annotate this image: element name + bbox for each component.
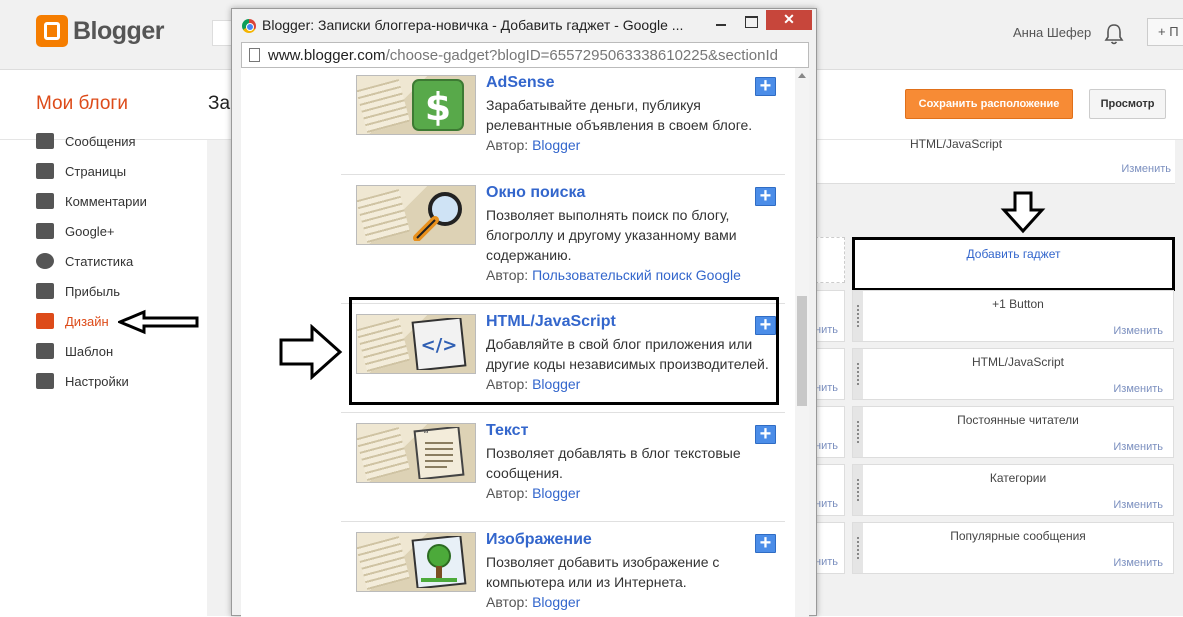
comments-icon <box>36 193 54 209</box>
pages-icon <box>36 163 54 179</box>
author-link[interactable]: Blogger <box>532 137 580 153</box>
gadget-name[interactable]: Изображение <box>486 531 592 549</box>
layout-icon <box>36 313 54 329</box>
author-link[interactable]: Blogger <box>532 485 580 501</box>
edit-link[interactable]: нить <box>815 406 845 458</box>
new-post-button[interactable]: + П <box>1147 18 1183 46</box>
gadget-name[interactable]: AdSense <box>486 74 554 92</box>
preview-button[interactable]: Просмотр <box>1089 89 1166 119</box>
scrollbar[interactable] <box>795 68 809 617</box>
edit-link[interactable]: нить <box>815 522 845 574</box>
gadget-thumbnail: “ <box>356 423 476 483</box>
url-path: /choose-gadget?blogID=655729506333861022… <box>385 47 778 64</box>
gadget-author: Автор: Пользовательский поиск Google <box>486 267 741 283</box>
stats-icon <box>36 253 54 269</box>
scrollbar-thumb[interactable] <box>797 296 807 406</box>
add-gadget-link[interactable]: Добавить гаджет <box>855 247 1172 261</box>
gadget-thumbnail <box>356 185 476 245</box>
gadget-item-text: “ Текст Позволяет добавлять в блог текст… <box>341 412 785 521</box>
layout-widget[interactable]: Популярные сообщения Изменить <box>852 522 1174 574</box>
page-icon <box>249 48 260 62</box>
blogger-logo-icon[interactable] <box>36 15 68 47</box>
minimize-button[interactable] <box>707 11 735 31</box>
annotation-arrow-down <box>1000 191 1046 234</box>
gadget-name[interactable]: Текст <box>486 422 528 440</box>
layout-widget[interactable]: HTML/JavaScript Изменить <box>852 348 1174 400</box>
annotation-arrow-left <box>118 309 199 335</box>
svg-text:$: $ <box>425 85 451 129</box>
gadget-item-search: Окно поиска Позволяет выполнять поиск по… <box>341 174 785 283</box>
edit-link[interactable]: нить <box>815 348 845 400</box>
gadget-description: Позволяет добавлять в блог текстовые соо… <box>486 445 741 481</box>
gadget-description: Зарабатывайте деньги, публикуя релевантн… <box>486 97 753 133</box>
annotation-highlight-box <box>349 297 779 405</box>
drag-handle[interactable] <box>853 291 863 341</box>
user-name[interactable]: Анна Шефер <box>1013 25 1091 40</box>
add-gadget-plus-button[interactable]: + <box>755 533 776 553</box>
popup-title: Blogger: Записки блоггера-новичка - Доба… <box>262 17 684 33</box>
layout-widget[interactable]: Постоянные читатели Изменить <box>852 406 1174 458</box>
chrome-icon <box>242 19 256 33</box>
gadget-item-adsense: $ AdSense Зарабатывайте деньги, публикуя… <box>341 68 785 174</box>
author-link[interactable]: Пользовательский поиск Google <box>532 267 741 283</box>
template-icon <box>36 343 54 359</box>
annotation-arrow-right <box>279 324 343 380</box>
dollar-icon: $ <box>412 79 464 131</box>
edit-link[interactable]: Изменить <box>1113 325 1163 337</box>
bell-icon[interactable] <box>1103 22 1125 46</box>
layout-widget[interactable]: +1 Button Изменить <box>852 290 1174 342</box>
drag-handle[interactable] <box>853 523 863 573</box>
url-bar[interactable]: www.blogger.com/choose-gadget?blogID=655… <box>241 42 809 68</box>
edit-link[interactable]: Изменить <box>1113 499 1163 511</box>
add-gadget-box[interactable]: Добавить гаджет <box>852 237 1175 291</box>
drag-handle[interactable] <box>853 349 863 399</box>
edit-link[interactable]: Изменить <box>1113 557 1163 569</box>
gadget-item-image: Изображение Позволяет добавить изображен… <box>341 521 785 617</box>
edit-link[interactable]: Изменить <box>1113 441 1163 453</box>
earnings-icon <box>36 283 54 299</box>
edit-link[interactable]: нить <box>815 290 845 342</box>
gadget-thumbnail <box>356 532 476 592</box>
drag-handle[interactable] <box>853 407 863 457</box>
gadget-author: Автор: Blogger <box>486 137 581 153</box>
image-icon <box>411 536 467 588</box>
layout-widget-top: HTML/JavaScript Изменить <box>815 137 1175 184</box>
gadget-name[interactable]: Окно поиска <box>486 184 585 202</box>
author-link[interactable]: Blogger <box>532 594 580 610</box>
maximize-button[interactable] <box>737 11 765 31</box>
gadget-description: Позволяет выполнять поиск по блогу, блог… <box>486 207 737 263</box>
svg-text:“: “ <box>423 428 429 442</box>
gadget-description: Позволяет добавить изображение с компьют… <box>486 554 720 590</box>
settings-icon <box>36 373 54 389</box>
posts-icon <box>36 133 54 149</box>
url-host: www.blogger.com <box>268 47 386 64</box>
google-plus-icon <box>36 223 54 239</box>
add-gadget-stub <box>815 237 845 283</box>
add-gadget-plus-button[interactable]: + <box>755 186 776 206</box>
gadget-author: Автор: Blogger <box>486 485 581 501</box>
save-layout-button[interactable]: Сохранить расположение <box>905 89 1073 119</box>
magnifier-icon <box>413 192 462 241</box>
edit-link[interactable]: нить <box>815 464 845 516</box>
edit-link[interactable]: Изменить <box>1113 383 1163 395</box>
drag-handle[interactable] <box>853 465 863 515</box>
scroll-up-icon[interactable] <box>798 73 806 78</box>
logo-text[interactable]: Blogger <box>73 17 164 46</box>
gadget-author: Автор: Blogger <box>486 594 581 610</box>
edit-link[interactable]: Изменить <box>1121 163 1171 175</box>
add-gadget-plus-button[interactable]: + <box>755 76 776 96</box>
my-blogs-link[interactable]: Мои блоги <box>36 93 128 115</box>
text-icon: “ <box>413 427 465 479</box>
close-button[interactable]: ✕ <box>766 10 812 30</box>
gadget-thumbnail: $ <box>356 75 476 135</box>
layout-widget[interactable]: Категории Изменить <box>852 464 1174 516</box>
add-gadget-plus-button[interactable]: + <box>755 424 776 444</box>
